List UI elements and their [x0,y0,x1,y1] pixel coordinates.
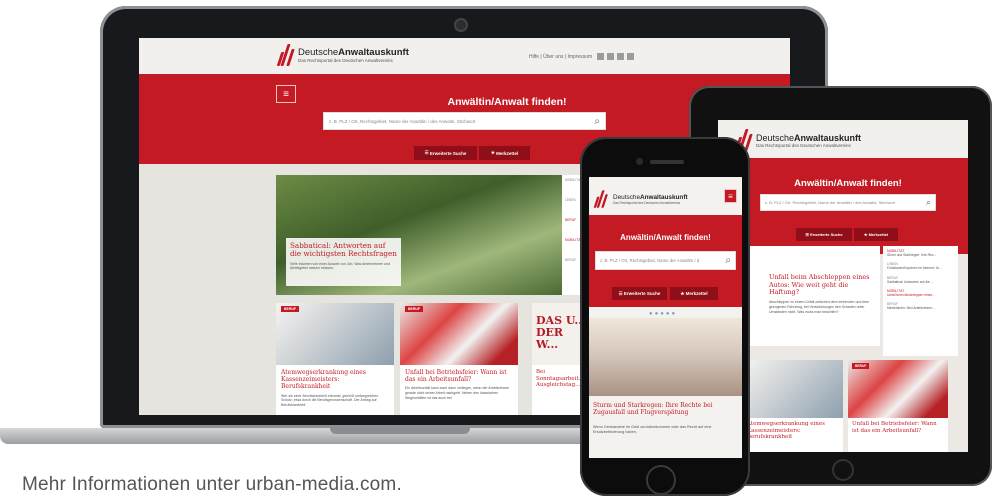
nav-link-about[interactable]: Über uns [543,54,563,60]
carousel-dots[interactable]: ●●●●● [649,311,677,317]
site-logo[interactable]: DeutscheAnwaltauskunft Das Rechtsportal … [276,44,409,66]
logo-text-bold: Anwaltauskunft [338,47,409,58]
logo-mark-icon [593,190,609,208]
search-headline: Anwältin/Anwalt finden! [794,178,902,189]
site-header: DeutscheAnwaltauskunft Das Rechtsportal … [139,38,790,74]
site-logo[interactable]: DeutscheAnwaltauskunft Das Rechtsportal … [593,188,688,210]
phone-screen: DeutscheAnwaltauskunft Das Rechtsportal … [589,177,742,458]
top-nav: Hilfe | Über uns | Impressum [529,53,634,60]
watchlist-button[interactable]: ★ Merkzettel [479,146,530,160]
article-image [743,360,843,418]
logo-subtitle: Das Rechtsportal des Deutschen Anwaltver… [613,200,681,205]
article-text: Ein Arbeitsunfall kann auch dann vorlieg… [405,386,510,400]
watchlist-button[interactable]: ★ Merkzettel [854,228,898,241]
article-card[interactable]: BERUF Atemwegserkrankung eines Kassenzei… [276,303,394,415]
phone-camera [636,158,643,165]
logo-subtitle: Das Rechtsportal des Deutschen Anwaltver… [756,142,851,148]
feature-card[interactable]: Unfall beim Abschleppen eines Autos: Wie… [743,246,880,346]
side-item-text[interactable]: Sabbatical: Antworten auf die ... [887,280,954,284]
feature-title[interactable]: Sturm und Starkregen: Ihre Rechte bei Zu… [593,402,738,416]
category-badge: BERUF [281,306,300,312]
menu-icon[interactable]: ≡ [276,85,296,103]
feature-caption[interactable]: Sabbatical: Antworten auf die wichtigste… [286,238,401,286]
twitter-icon[interactable] [626,53,634,60]
youtube-icon[interactable] [616,53,624,60]
side-item-text[interactable]: Unfall beim Abschleppen eines... [887,293,954,297]
logo-text-light: Deutsche [613,193,640,201]
tablet-home-button [832,459,854,481]
article-card[interactable]: BERUF Unfall bei Betriebsfeier: Wann ist… [400,303,518,415]
feature-image[interactable] [589,318,742,396]
side-item-text[interactable]: Mindestlohn: Neu Arbeitnehme... [887,306,954,310]
article-title: Atemwegserkrankung eines Kassenzeimeiste… [747,421,825,441]
laptop-notch [330,428,470,434]
advanced-search-button[interactable]: ☰ Erweiterte Suche [796,228,852,241]
category-badge: BERUF [405,306,424,312]
search-icon[interactable]: ⌕ [926,197,931,208]
search-input[interactable]: z. B. PLZ / Ort, Rechtsgebiet, Name der … [760,194,936,211]
feature-text: Wenn Gestrandete ihr Geld zurückbekommen… [593,425,712,435]
logo-text-bold: Anwaltauskunft [640,193,688,201]
advanced-search-button[interactable]: ☰ Erweiterte Suche [414,146,477,160]
article-card[interactable]: BERUF Unfall bei Betriebsfeier: Wann ist… [848,360,948,452]
footer-caption: Mehr Informationen unter urban-media.com… [22,474,402,495]
feature-text: Viele träumen von einer Auszeit von Job.… [290,261,390,271]
article-card[interactable]: Atemwegserkrankung eines Kassenzeimeiste… [743,360,843,452]
article-text: Wer sie einer Berufskrankheit erkrankt, … [281,393,379,407]
facebook-icon[interactable] [596,53,604,60]
advanced-search-button[interactable]: ☰ Erweiterte Suche [612,287,667,300]
article-image [276,303,394,365]
site-logo[interactable]: DeutscheAnwaltauskunft Das Rechtsportal … [734,129,862,151]
feature-title: Sabbatical: Antworten auf die wichtigste… [290,241,397,259]
article-title: Unfall bei Betriebsfeier: Wann ist das e… [852,421,937,434]
logo-mark-icon [276,44,295,66]
search-input[interactable]: z. B. PLZ / Ort, Rechtsgebiet, Name der … [323,112,606,130]
search-icon[interactable]: ⌕ [725,255,731,266]
nav-link-imprint[interactable]: Impressum [567,54,592,60]
search-input[interactable]: z. B. PLZ / Ort, Rechtsgebiet, Name der … [595,251,736,270]
search-icon[interactable]: ⌕ [594,116,600,127]
feature-text: Abschleppen zu einem Unfall zwischen dem… [769,300,870,314]
article-title: Unfall bei Betriebsfeier: Wann ist das e… [405,369,507,384]
feature-title: Unfall beim Abschleppen eines Autos: Wie… [769,273,870,297]
logo-text-bold: Anwaltauskunft [794,132,862,143]
logo-subtitle: Das Rechtsportal des Deutschen Anwaltver… [298,58,393,63]
nav-link-help[interactable]: Hilfe [529,54,539,60]
article-title: Atemwegserkrankung eines Kassenzeimeiste… [281,369,366,391]
side-item-text[interactable]: Fotoklauen/Kopieren im Internet: Ur... [887,266,954,270]
logo-text-light: Deutsche [298,47,339,58]
category-badge: BERUF [852,363,870,369]
phone-speaker [650,160,684,164]
laptop-camera [456,20,466,30]
phone-home-button[interactable] [646,465,676,495]
search-headline: Anwältin/Anwalt finden! [447,96,567,108]
logo-text-light: Deutsche [756,132,795,143]
side-item-text[interactable]: Sturm und Starkregen: Ihre Rec... [887,253,954,257]
search-headline: Anwältin/Anwalt finden! [620,233,711,242]
menu-icon[interactable]: ≡ [724,189,737,203]
article-image [400,303,518,365]
side-list: MOBILITÄT Sturm und Starkregen: Ihre Rec… [883,246,958,356]
tablet-screen: DeutscheAnwaltauskunft Das Rechtsportal … [718,120,968,452]
watchlist-button[interactable]: ★ Merkzettel [670,287,718,300]
xing-icon[interactable] [606,53,614,60]
